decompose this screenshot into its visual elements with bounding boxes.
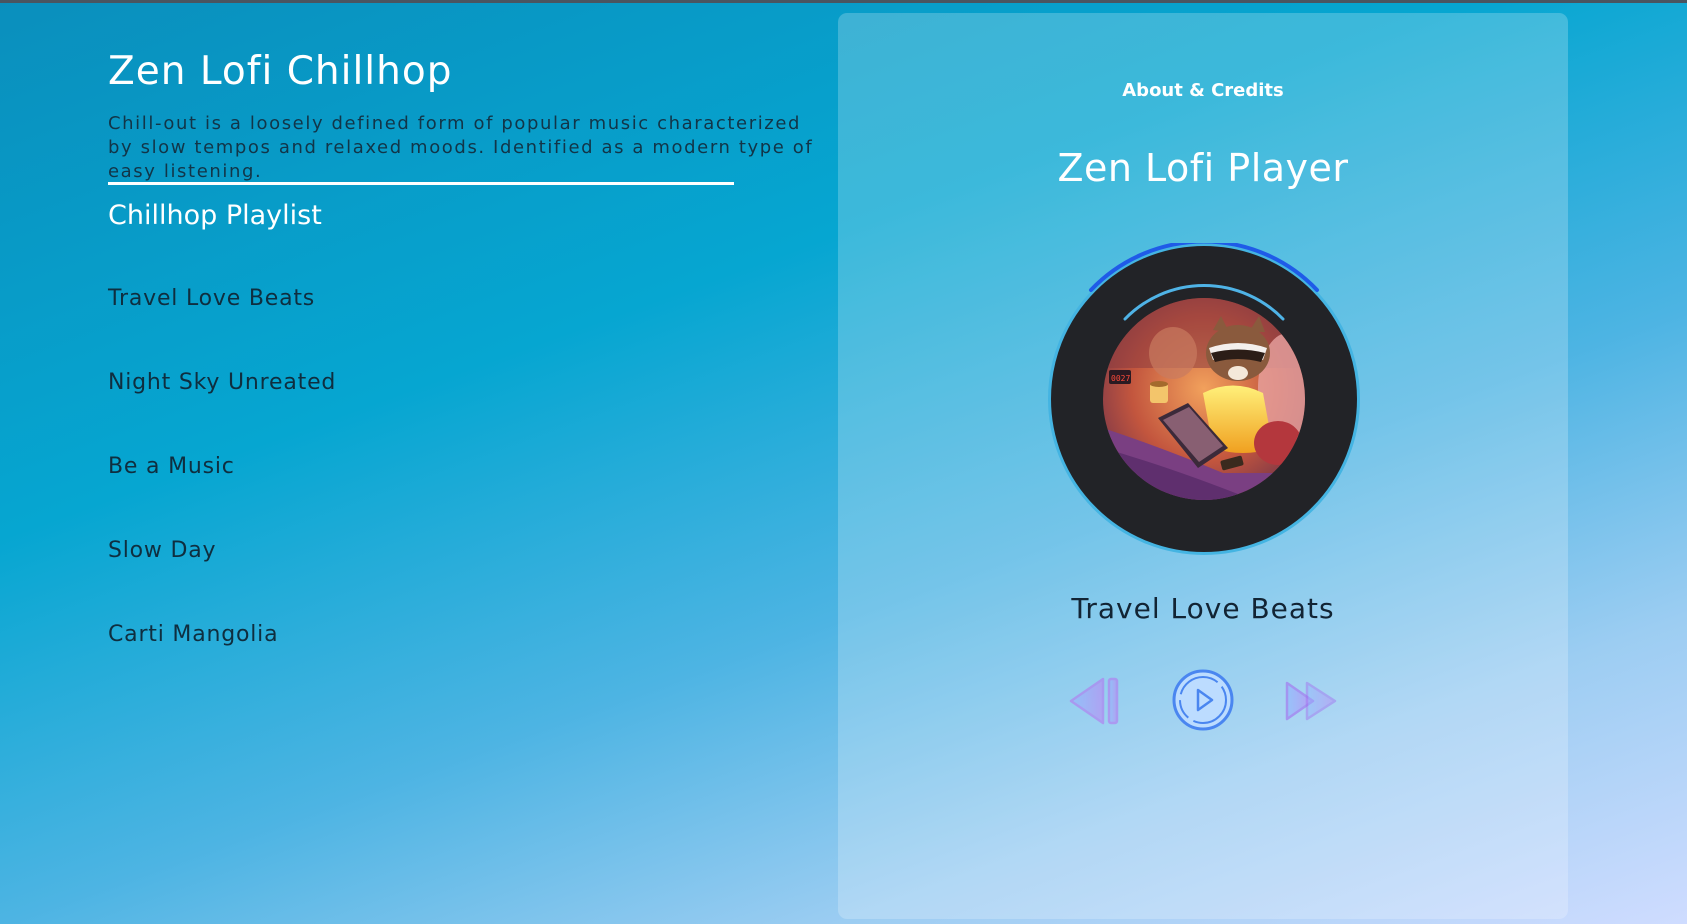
playlist-item[interactable]: Night Sky Unreated	[108, 370, 336, 454]
fast-forward-icon	[1285, 681, 1337, 721]
playlist-heading: Chillhop Playlist	[108, 200, 322, 231]
window-top-edge	[0, 0, 1687, 3]
album-disc: 0027	[1048, 243, 1360, 555]
playlist-item[interactable]: Slow Day	[108, 538, 336, 622]
svg-text:0027: 0027	[1111, 374, 1130, 383]
now-playing-title: Travel Love Beats	[1071, 592, 1335, 625]
raccoon-lofi-artwork: 0027	[1103, 298, 1305, 500]
player-controls	[838, 666, 1568, 736]
next-button[interactable]	[1283, 675, 1339, 727]
play-button[interactable]	[1171, 668, 1235, 732]
playlist-item[interactable]: Be a Music	[108, 454, 336, 538]
app-title: Zen Lofi Chillhop	[108, 49, 453, 94]
app-description: Chill-out is a loosely defined form of p…	[108, 113, 814, 182]
about-credits-link[interactable]: About & Credits	[838, 80, 1568, 101]
playlist: Travel Love Beats Night Sky Unreated Be …	[108, 286, 336, 706]
player-card: About & Credits Zen Lofi Player 0027 Tra…	[838, 13, 1568, 919]
play-icon	[1172, 669, 1234, 731]
previous-button[interactable]	[1067, 675, 1123, 727]
player-title: Zen Lofi Player	[1057, 146, 1349, 190]
skip-previous-icon	[1069, 677, 1119, 725]
album-artwork: 0027	[1103, 298, 1305, 500]
divider	[108, 182, 734, 185]
playlist-item[interactable]: Carti Mangolia	[108, 622, 336, 706]
playlist-item[interactable]: Travel Love Beats	[108, 286, 336, 370]
